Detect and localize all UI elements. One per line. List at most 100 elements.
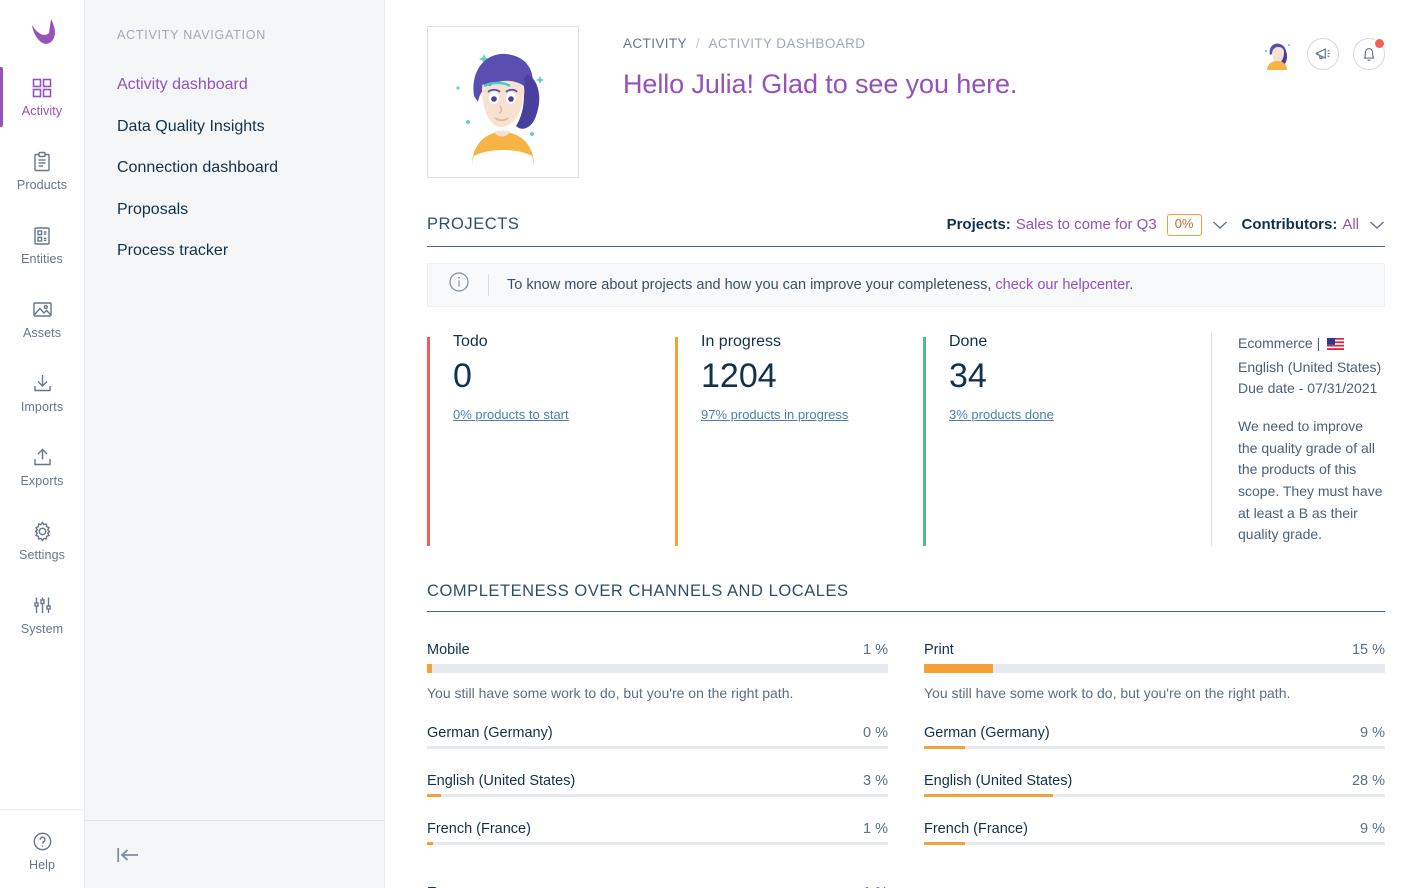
banner-message: To know more about projects and how you … [507,277,991,293]
sidebar-item-connection-dashboard[interactable]: Connection dashboard [85,147,384,189]
scope-channel-locale: Ecommerce | E [1238,333,1385,378]
contributors-filter-value[interactable]: All [1342,216,1359,233]
channel-pct: 1 % [863,642,888,658]
secondary-nav-title: ACTIVITY NAVIGATION [85,0,384,42]
header-actions [1261,26,1385,70]
chevron-down-icon-projects[interactable] [1212,220,1228,230]
stat-label: Done [949,333,1173,351]
rail-item-system[interactable]: System [0,578,84,652]
upload-icon [31,446,54,469]
projects-title: PROJECTS [427,215,519,234]
scope-divider: | [1317,335,1321,351]
rail-item-imports[interactable]: Imports [0,356,84,430]
project-scope: Ecommerce | E [1211,333,1385,546]
completeness-title: COMPLETENESS OVER CHANNELS AND LOCALES [427,582,1385,601]
locale-progress-bar [427,842,888,845]
chevron-down-icon-contributors[interactable] [1369,220,1385,230]
clipboard-icon [31,151,53,173]
rail-item-products[interactable]: Products [0,134,84,208]
user-illustration [444,38,562,166]
grid-icon [31,77,53,99]
locale-name: English (United States) [427,773,575,789]
rail-item-label: Assets [23,326,61,340]
stat-link-in-progress[interactable]: 97% products in progress [701,407,848,422]
sliders-icon [31,594,54,617]
bell-icon[interactable] [1353,38,1385,70]
locale-pct: 1 % [863,821,888,837]
info-icon [448,271,470,298]
rail-item-help[interactable]: Help [0,814,84,888]
user-avatar-icon[interactable] [1261,38,1293,70]
app-root: Activity Products Entities [0,0,1413,888]
stat-link-done[interactable]: 3% products done [949,407,1054,422]
channel-row-head: Print 15 % [924,642,1385,658]
projects-completeness-badge: 0% [1167,214,1202,236]
rail-item-entities[interactable]: Entities [0,208,84,282]
avatar [427,26,579,178]
channel-row-head: Mobile 1 % [427,642,888,658]
locale-block-mobile-fr: French (France)1 % [427,821,888,845]
rail-item-settings[interactable]: Settings [0,504,84,578]
secondary-nav-footer [85,820,384,888]
rail-item-label: Products [17,178,67,192]
locale-block-print-de: German (Germany)9 % [924,725,1385,749]
stat-card-in-progress: In progress 1204 97% products in progres… [675,333,923,546]
rail-item-label: Help [29,858,55,872]
sidebar-item-activity-dashboard[interactable]: Activity dashboard [85,64,384,106]
banner-text: To know more about projects and how you … [507,277,1133,293]
locale-pct: 9 % [1360,821,1385,837]
helpcenter-link[interactable]: check our helpcenter [995,277,1129,293]
breadcrumb-separator: / [696,36,700,51]
rail-item-label: Imports [21,400,63,414]
megaphone-icon[interactable] [1307,38,1339,70]
rail-item-label: Activity [22,104,62,118]
locale-block-mobile-en: English (United States)3 % [427,773,888,797]
stat-link-todo[interactable]: 0% products to start [453,407,569,422]
locale-name: English (United States) [924,773,1072,789]
collapse-sidebar-icon[interactable] [115,844,141,866]
stat-value: 1204 [701,358,923,395]
entities-icon [31,225,53,247]
projects-section-header: PROJECTS Projects: Sales to come for Q3 … [427,214,1385,247]
rail-item-activity[interactable]: Activity [0,60,84,134]
completeness-section-header: COMPLETENESS OVER CHANNELS AND LOCALES [427,582,1385,612]
channel-block-mobile: Mobile 1 % You still have some work to d… [427,642,888,701]
app-logo[interactable] [0,0,84,60]
locale-progress-bar [924,746,1385,749]
locale-block-print-en: English (United States)28 % [924,773,1385,797]
contributors-filter-label: Contributors: [1242,216,1338,233]
completeness-grid: Mobile 1 % You still have some work to d… [427,642,1385,888]
projects-filter-value[interactable]: Sales to come for Q3 [1016,216,1157,233]
channel-column-left: Mobile 1 % You still have some work to d… [427,642,888,888]
channel-column-right: Print 15 % You still have some work to d… [924,642,1385,888]
stat-card-todo: Todo 0 0% products to start [427,333,675,546]
breadcrumb-activity[interactable]: ACTIVITY [623,36,687,51]
locale-name: German (Germany) [924,725,1050,741]
locale-pct: 0 % [863,725,888,741]
primary-nav-rail: Activity Products Entities [0,0,85,888]
stat-card-done: Done 34 3% products done [923,333,1173,546]
sidebar-item-process-tracker[interactable]: Process tracker [85,230,384,272]
greeting-block: ACTIVITY / ACTIVITY DASHBOARD Hello Juli… [623,26,1261,100]
projects-filter-label: Projects: [947,216,1011,233]
rail-item-label: Exports [20,474,63,488]
notification-badge [1373,37,1386,50]
channel-hint: You still have some work to do, but you'… [427,685,888,701]
banner-divider [488,274,489,296]
channel-pct: 15 % [1352,642,1385,658]
stat-label: In progress [701,333,923,351]
banner-suffix: . [1129,277,1133,293]
info-banner: To know more about projects and how you … [427,263,1385,307]
breadcrumb-current: ACTIVITY DASHBOARD [708,36,865,51]
main-content: ACTIVITY / ACTIVITY DASHBOARD Hello Juli… [385,0,1413,888]
rail-item-exports[interactable]: Exports [0,430,84,504]
locale-progress-bar [427,746,888,749]
sidebar-item-data-quality-insights[interactable]: Data Quality Insights [85,106,384,148]
rail-bottom: Help [0,809,84,888]
secondary-nav: ACTIVITY NAVIGATION Activity dashboard D… [85,0,385,888]
locale-progress-bar [924,794,1385,797]
image-icon [31,298,54,321]
sidebar-item-proposals[interactable]: Proposals [85,189,384,231]
rail-item-assets[interactable]: Assets [0,282,84,356]
rail-item-label: Entities [21,252,63,266]
